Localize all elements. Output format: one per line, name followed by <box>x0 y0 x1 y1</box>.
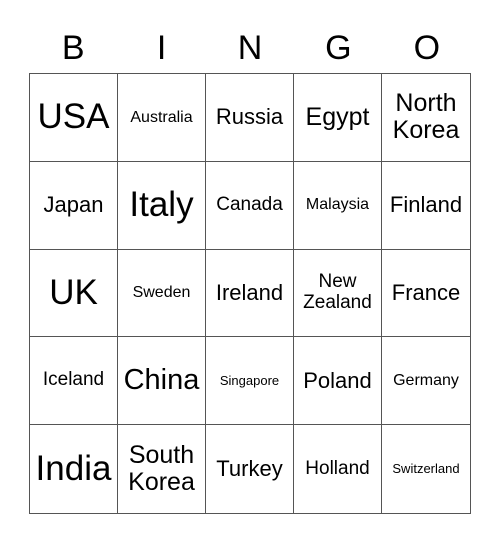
bingo-cell[interactable]: USA <box>30 74 118 162</box>
bingo-cell[interactable]: Egypt <box>294 74 382 162</box>
bingo-cell[interactable]: South Korea <box>118 425 206 513</box>
header-letter-g: G <box>325 29 352 67</box>
bingo-cell[interactable]: France <box>382 250 470 338</box>
bingo-cell[interactable]: India <box>30 425 118 513</box>
bingo-cell[interactable]: Malaysia <box>294 161 382 250</box>
bingo-cell[interactable]: New Zealand <box>294 249 382 338</box>
bingo-cell[interactable]: North Korea <box>382 74 470 162</box>
header-letter-b: B <box>61 29 85 67</box>
bingo-cell[interactable]: Finland <box>382 162 470 250</box>
bingo-cell[interactable]: Switzerland <box>382 425 470 513</box>
bingo-cell[interactable]: Turkey <box>206 425 294 513</box>
bingo-cell[interactable]: Japan <box>30 161 118 250</box>
bingo-board: USA Australia Russia Egypt North Korea Japan I… <box>29 73 471 514</box>
bingo-cell[interactable]: Iceland <box>30 337 118 426</box>
bingo-cell[interactable]: Russia <box>206 74 294 162</box>
bingo-cell[interactable]: China <box>118 337 206 426</box>
bingo-cell[interactable]: Germany <box>382 337 470 426</box>
bingo-cell[interactable]: Holland <box>294 425 382 513</box>
bingo-cell[interactable]: Poland <box>294 337 382 426</box>
bingo-cell[interactable]: Singapore <box>206 337 294 426</box>
bingo-cell[interactable]: UK <box>30 249 118 338</box>
header-letter-i: I <box>156 29 167 67</box>
bingo-cell[interactable]: Australia <box>118 74 206 162</box>
bingo-cell[interactable]: Sweden <box>118 249 206 338</box>
header-letter-n: N <box>237 29 263 67</box>
bingo-header: B I N G O <box>29 24 471 72</box>
header-letter-o: O <box>413 29 441 67</box>
bingo-cell[interactable]: Canada <box>206 161 294 250</box>
bingo-cell[interactable]: Italy <box>118 161 206 250</box>
bingo-cell[interactable]: Ireland <box>206 249 294 338</box>
